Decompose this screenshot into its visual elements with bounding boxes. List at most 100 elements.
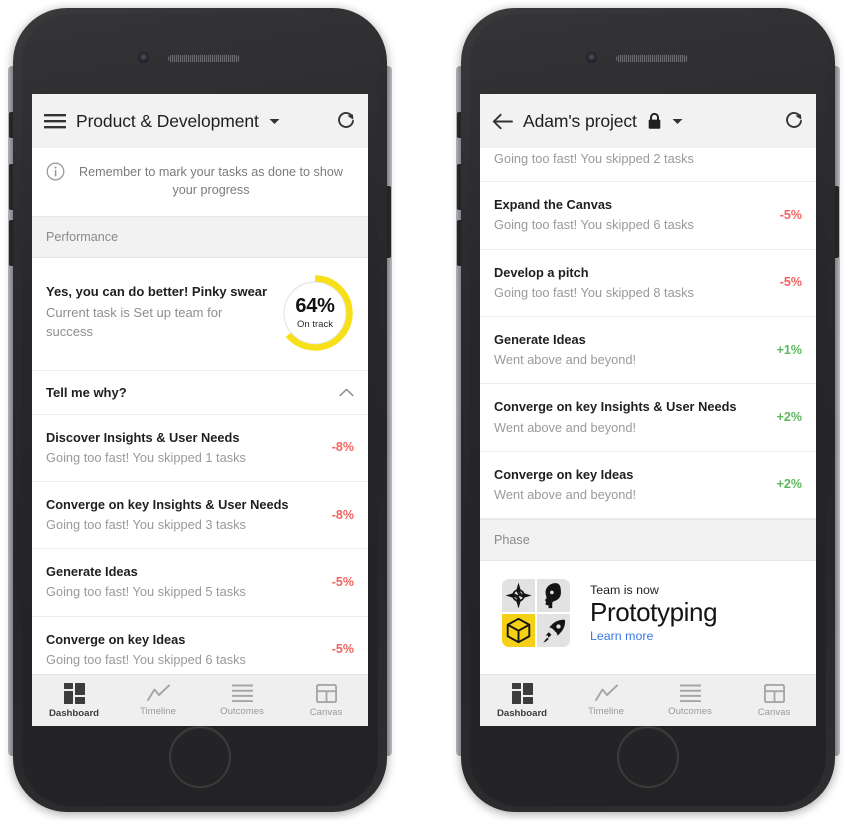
hamburger-menu-icon[interactable] [44, 113, 66, 129]
screen-content-left: Remember to mark your tasks as done to s… [32, 148, 368, 674]
phase-name: Prototyping [590, 597, 718, 627]
phone-device-right: Adam's project Going too fast! You skipp… [456, 8, 840, 812]
performance-card[interactable]: Yes, you can do better! Pinky swear Curr… [32, 257, 368, 371]
dashboard-grid-icon[interactable] [511, 682, 533, 704]
task-text: Converge on key Insights & User Needs Goi… [46, 495, 332, 534]
task-delta: +2% [776, 410, 802, 424]
progress-status-label: On track [297, 319, 333, 330]
info-banner-text: Remember to mark your tasks as done to s… [79, 165, 343, 198]
task-text: Going too fast! You skipped 2 tasks [494, 148, 802, 168]
phone-body-right: Adam's project Going too fast! You skipp… [461, 8, 835, 812]
app-bar-left: Product & Development [32, 94, 368, 148]
section-header-phase: Phase [480, 519, 816, 562]
earpiece-speaker [168, 55, 240, 62]
task-list-right: Expand the Canvas Going too fast! You ski… [480, 182, 816, 520]
rocket-icon [537, 614, 570, 648]
task-delta: -5% [779, 275, 802, 290]
progress-ring-value: 64% On track [276, 274, 354, 352]
nav-item-canvas[interactable]: Canvas [732, 683, 816, 718]
task-delta: -5% [779, 207, 802, 222]
info-circle-icon [46, 162, 65, 181]
tell-me-why-label: Tell me why? [46, 384, 127, 400]
task-title: Converge on key Insights & User Needs [494, 399, 737, 415]
progress-ring: 64% On track [276, 274, 354, 352]
performance-text: Yes, you can do better! Pinky swear Curr… [46, 283, 276, 342]
compass-icon [502, 579, 535, 613]
task-row[interactable]: Converge on key Insights & User Needs Goi… [32, 481, 368, 550]
nav-item-outcomes[interactable]: Outcomes [200, 684, 284, 717]
task-delta: -8% [331, 440, 354, 455]
nav-item-label: Timeline [588, 706, 624, 717]
nav-item-label: Dashboard [48, 707, 100, 719]
task-subtitle: Went above and beyond! [494, 486, 637, 502]
task-row[interactable]: Develop a pitch Going too fast! You skipp… [480, 249, 816, 317]
refresh-icon[interactable] [784, 111, 804, 131]
task-title: Generate Ideas [494, 331, 586, 347]
head-profile-icon [537, 579, 570, 613]
back-arrow-icon[interactable] [492, 113, 513, 130]
home-button[interactable] [617, 726, 679, 788]
task-title: Discover Insights & User Needs [46, 429, 240, 445]
task-row[interactable]: Converge on key Ideas Going too fast! You… [32, 616, 368, 674]
task-row[interactable]: Discover Insights & User Needs Going too … [32, 414, 368, 482]
phase-card[interactable]: Team is now Prototyping Learn more [480, 561, 816, 668]
outcomes-list-icon[interactable] [679, 684, 701, 702]
outcomes-list-icon[interactable] [231, 684, 253, 702]
task-delta: -8% [331, 507, 354, 522]
task-delta: +1% [776, 342, 802, 357]
info-banner: Remember to mark your tasks as done to s… [32, 148, 368, 216]
caret-down-icon[interactable] [672, 118, 683, 125]
nav-item-label: Canvas [309, 706, 343, 718]
performance-headline: Yes, you can do better! Pinky swear [46, 284, 268, 300]
performance-subtext: Current task is Set up team for success [46, 305, 223, 339]
screen-left: Product & Development Remember to mark y… [32, 94, 368, 726]
lock-icon [647, 112, 662, 130]
task-delta: +2% [776, 477, 802, 492]
task-row-partial[interactable]: Going too fast! You skipped 2 tasks [480, 148, 816, 183]
task-row[interactable]: Generate Ideas Went above and beyond! +1% [480, 316, 816, 385]
chevron-up-icon[interactable] [339, 388, 354, 397]
two-phone-mockup: Product & Development Remember to mark y… [0, 0, 848, 820]
phone-body-left: Product & Development Remember to mark y… [13, 8, 387, 812]
nav-item-dashboard[interactable]: Dashboard [32, 682, 116, 719]
task-delta: -5% [331, 574, 354, 589]
phone-device-left: Product & Development Remember to mark y… [8, 8, 392, 812]
task-subtitle: Going too fast! You skipped 2 tasks [494, 151, 694, 166]
timeline-chart-icon[interactable] [594, 684, 618, 702]
canvas-table-icon[interactable] [315, 683, 337, 703]
page-title: Adam's project [523, 110, 637, 131]
task-text: Generate Ideas Went above and beyond! [494, 330, 777, 369]
nav-item-timeline[interactable]: Timeline [564, 684, 648, 717]
task-text: Develop a pitch Going too fast! You skipp… [494, 263, 780, 302]
screen-content-right: Going too fast! You skipped 2 tasks Expa… [480, 148, 816, 674]
earpiece-speaker [616, 55, 688, 62]
dashboard-grid-icon[interactable] [63, 682, 85, 704]
home-button[interactable] [169, 726, 231, 788]
task-title: Converge on key Ideas [46, 631, 186, 647]
canvas-table-icon[interactable] [763, 683, 785, 703]
cube-3d-icon [502, 614, 535, 648]
task-subtitle: Going too fast! You skipped 6 tasks [46, 651, 246, 667]
timeline-chart-icon[interactable] [146, 684, 170, 702]
task-row[interactable]: Expand the Canvas Going too fast! You ski… [480, 182, 816, 250]
nav-item-dashboard[interactable]: Dashboard [480, 682, 564, 719]
task-text: Discover Insights & User Needs Going too … [46, 428, 332, 467]
front-camera-icon [586, 52, 597, 63]
screen-right: Adam's project Going too fast! You skipp… [480, 94, 816, 726]
nav-item-outcomes[interactable]: Outcomes [648, 684, 732, 717]
task-row[interactable]: Converge on key Ideas Went above and beyo… [480, 451, 816, 520]
nav-item-canvas[interactable]: Canvas [284, 683, 368, 718]
bottom-nav-right: Dashboard Timeline Outcomes Canvas [480, 674, 816, 726]
caret-down-icon[interactable] [269, 118, 280, 125]
phase-eyebrow: Team is now [590, 583, 659, 597]
task-row[interactable]: Converge on key Insights & User Needs Wen… [480, 384, 816, 452]
tell-me-why-toggle[interactable]: Tell me why? [32, 371, 368, 415]
task-row[interactable]: Generate Ideas Going too fast! You skippe… [32, 549, 368, 617]
task-subtitle: Went above and beyond! [494, 352, 637, 368]
refresh-icon[interactable] [336, 111, 356, 131]
app-bar-right: Adam's project [480, 94, 816, 148]
learn-more-link[interactable]: Learn more [590, 629, 802, 643]
nav-item-label: Outcomes [668, 706, 712, 717]
task-title: Converge on key Ideas [494, 466, 634, 482]
nav-item-timeline[interactable]: Timeline [116, 684, 200, 717]
